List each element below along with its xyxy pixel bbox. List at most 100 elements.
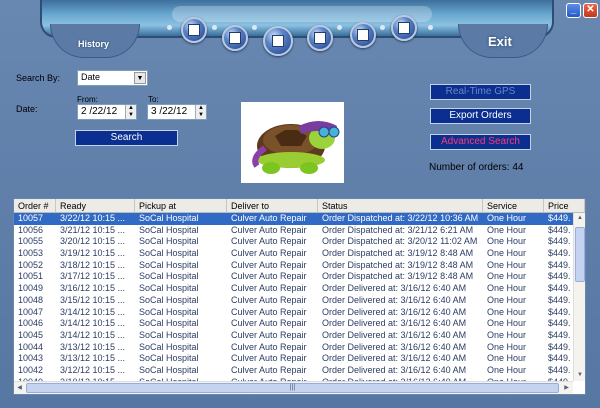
edit-icon[interactable] (222, 25, 248, 51)
table-cell: SoCal Hospital (139, 248, 199, 259)
table-cell: 10048 (18, 294, 44, 305)
from-date-value: 2 /22/12 (81, 106, 118, 117)
table-cell: Culver Auto Repair (231, 271, 307, 282)
toolbar-dot (252, 25, 257, 30)
column-header[interactable]: Status (318, 199, 483, 213)
table-row[interactable]: 10043 3/13/12 10:15 ... SoCal Hospital Culv… (14, 353, 573, 365)
table-row[interactable]: 10044 3/13/12 10:15 ... SoCal Hospital Culv… (14, 342, 573, 354)
history-button[interactable]: History (78, 39, 109, 49)
table-cell: Order Delivered at: 3/16/12 6:40 AM (322, 364, 467, 375)
table-cell: Culver Auto Repair (231, 213, 307, 223)
vertical-scrollbar[interactable]: ▲ ▼ (573, 213, 585, 381)
table-cell: 3/21/12 10:15 ... (60, 224, 126, 235)
orders-icon[interactable] (181, 17, 207, 43)
table-cell: SoCal Hospital (139, 236, 199, 247)
table-row[interactable]: 10052 3/18/12 10:15 ... SoCal Hospital Culv… (14, 260, 573, 272)
table-cell: 10046 (18, 318, 44, 329)
search-button[interactable]: Search (75, 130, 178, 146)
export-orders-button[interactable]: Export Orders (430, 108, 531, 124)
order-count: Number of orders: 44 (429, 162, 524, 173)
table-cell: 3/16/12 10:15 ... (60, 283, 126, 294)
date-spinner[interactable]: ▲ ▼ (125, 105, 136, 119)
print-icon[interactable] (350, 22, 376, 48)
column-header[interactable]: Price (544, 199, 585, 213)
table-cell: Culver Auto Repair (231, 259, 307, 270)
column-header[interactable]: Service (483, 199, 544, 213)
to-label: To: (148, 95, 159, 104)
chevron-down-icon[interactable]: ▼ (134, 72, 146, 84)
table-cell: One Hour (487, 248, 527, 259)
table-cell: Culver Auto Repair (231, 353, 307, 364)
table-cell: Order Dispatched at: 3/20/12 11:02 AM (322, 236, 478, 247)
table-cell: One Hour (487, 283, 527, 294)
table-row[interactable]: 10048 3/15/12 10:15 ... SoCal Hospital Culv… (14, 295, 573, 307)
vertical-scroll-thumb[interactable] (575, 227, 585, 282)
table-cell: Order Delivered at: 3/16/12 6:40 AM (322, 329, 467, 340)
to-date-value: 3 /22/12 (151, 106, 188, 117)
table-cell: Culver Auto Repair (231, 294, 307, 305)
search-by-select[interactable]: Date ▼ (77, 70, 148, 86)
table-cell: Culver Auto Repair (231, 364, 307, 375)
table-row[interactable]: 10056 3/21/12 10:15 ... SoCal Hospital Culv… (14, 225, 573, 237)
table-cell: Order Dispatched at: 3/21/12 6:21 AM (322, 224, 474, 235)
table-row[interactable]: 10057 3/22/12 10:15 ... SoCal Hospital Culv… (14, 213, 573, 225)
exit-button[interactable]: Exit (488, 34, 512, 49)
column-header[interactable]: Order # (14, 199, 56, 213)
table-cell: 10045 (18, 329, 44, 340)
table-cell: SoCal Hospital (139, 271, 199, 282)
close-button[interactable]: ✕ (583, 3, 598, 18)
advanced-search-button[interactable]: Advanced Search (430, 134, 531, 150)
documents-icon[interactable] (307, 25, 333, 51)
table-row[interactable]: 10049 3/16/12 10:15 ... SoCal Hospital Culv… (14, 283, 573, 295)
scroll-up-icon[interactable]: ▲ (575, 213, 585, 224)
table-cell: 3/15/12 10:15 ... (60, 294, 126, 305)
table-cell: 3/17/12 10:15 ... (60, 271, 126, 282)
column-header[interactable]: Pickup at (135, 199, 227, 213)
to-date-field[interactable]: 3 /22/12 ▲ ▼ (147, 104, 207, 120)
table-cell: SoCal Hospital (139, 294, 199, 305)
table-cell: SoCal Hospital (139, 329, 199, 340)
search-by-label: Search By: (16, 73, 61, 83)
table-row[interactable]: 10042 3/12/12 10:15 ... SoCal Hospital Culv… (14, 365, 573, 377)
real-time-gps-button[interactable]: Real-Time GPS (430, 84, 531, 100)
table-cell: Order Dispatched at: 3/19/12 8:48 AM (322, 248, 474, 259)
table-cell: 3/14/12 10:15 ... (60, 329, 126, 340)
table-body: 10057 3/22/12 10:15 ... SoCal Hospital Culv… (14, 213, 573, 388)
scroll-down-icon[interactable]: ▼ (575, 370, 585, 381)
table-row[interactable]: 10045 3/14/12 10:15 ... SoCal Hospital Culv… (14, 330, 573, 342)
table-cell: Order Delivered at: 3/16/12 6:40 AM (322, 341, 467, 352)
map-icon[interactable] (263, 26, 293, 56)
orders-table: Order # Ready Pickup at Deliver to Status Ser… (13, 198, 586, 395)
order-count-label: Number of orders: (429, 162, 510, 173)
column-header[interactable]: Ready (56, 199, 135, 213)
table-row[interactable]: 10046 3/14/12 10:15 ... SoCal Hospital Culv… (14, 318, 573, 330)
table-cell: 10052 (18, 259, 44, 270)
scroll-right-icon[interactable]: ▶ (561, 382, 572, 394)
order-count-value: 44 (512, 162, 524, 173)
table-cell: 3/14/12 10:15 ... (60, 306, 126, 317)
date-spinner[interactable]: ▲ ▼ (195, 105, 206, 119)
scroll-left-icon[interactable]: ◀ (14, 382, 25, 394)
table-cell: One Hour (487, 236, 527, 247)
table-cell: Order Dispatched at: 3/22/12 10:36 AM (322, 213, 479, 223)
horizontal-scroll-thumb[interactable]: ||| (26, 383, 559, 393)
table-cell: 10044 (18, 341, 44, 352)
table-cell: SoCal Hospital (139, 341, 199, 352)
settings-icon[interactable] (391, 15, 417, 41)
table-cell: SoCal Hospital (139, 224, 199, 235)
table-cell: One Hour (487, 271, 527, 282)
horizontal-scrollbar[interactable]: ◀ ||| ▶ (14, 381, 573, 394)
table-row[interactable]: 10053 3/19/12 10:15 ... SoCal Hospital Culv… (14, 248, 573, 260)
toolbar-dot (212, 25, 217, 30)
minimize-button[interactable]: _ (566, 3, 581, 18)
table-row[interactable]: 10055 3/20/12 10:15 ... SoCal Hospital Culv… (14, 236, 573, 248)
search-by-value: Date (81, 72, 101, 82)
from-date-field[interactable]: 2 /22/12 ▲ ▼ (77, 104, 137, 120)
table-row[interactable]: 10047 3/14/12 10:15 ... SoCal Hospital Culv… (14, 307, 573, 319)
table-cell: 3/14/12 10:15 ... (60, 318, 126, 329)
table-cell: One Hour (487, 364, 527, 375)
column-header[interactable]: Deliver to (227, 199, 318, 213)
table-cell: 10055 (18, 236, 44, 247)
table-cell: One Hour (487, 259, 527, 270)
table-row[interactable]: 10051 3/17/12 10:15 ... SoCal Hospital Culv… (14, 271, 573, 283)
